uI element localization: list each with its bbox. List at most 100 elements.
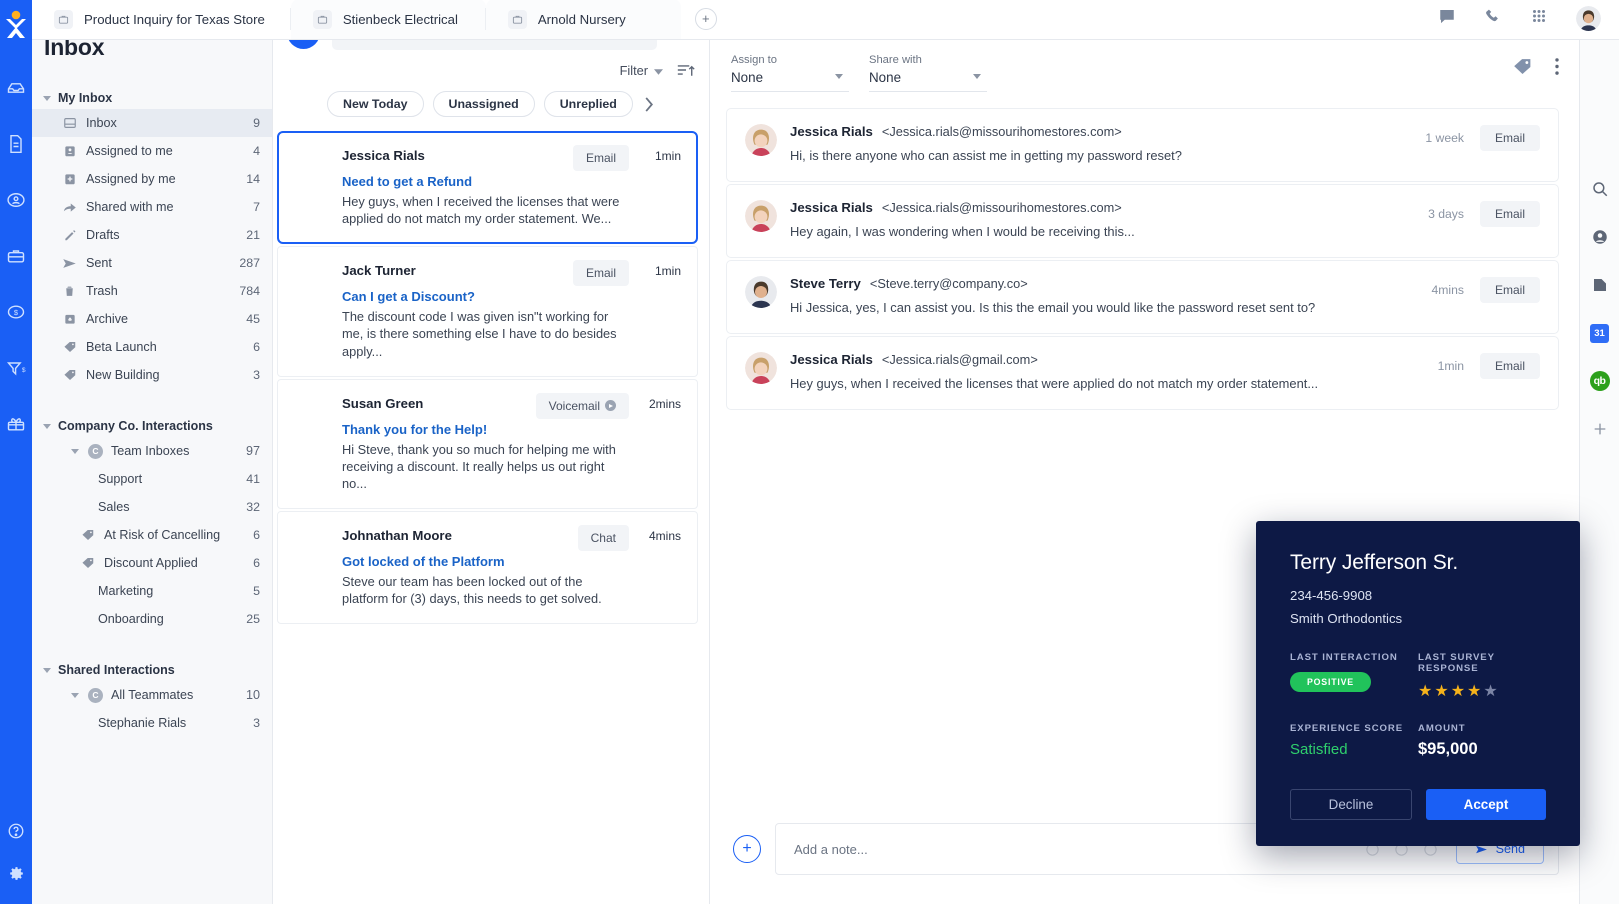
sidebar-item-assigned-by-me[interactable]: Assigned by me 14 bbox=[32, 165, 272, 193]
message-body: Steve Terry <Steve.terry@company.co> Hi … bbox=[790, 276, 1418, 315]
assign-to-select[interactable]: Assign to None bbox=[731, 54, 849, 92]
sidebar-item-label: Discount Applied bbox=[104, 556, 198, 570]
filter-dropdown[interactable]: Filter bbox=[620, 63, 663, 78]
sidebar-item-count: 7 bbox=[253, 200, 260, 214]
star-filled-icon: ★ bbox=[1418, 683, 1435, 700]
plus-icon[interactable] bbox=[1589, 418, 1611, 440]
message-item[interactable]: Jessica Rials <Jessica.rials@missourihom… bbox=[726, 108, 1559, 182]
apps-grid-icon[interactable] bbox=[1530, 7, 1548, 30]
conversation-subject[interactable]: Need to get a Refund bbox=[342, 174, 681, 189]
sidebar-item-count: 21 bbox=[246, 228, 260, 242]
more-options-icon[interactable] bbox=[1555, 58, 1559, 80]
sidebar-item-inbox[interactable]: Inbox 9 bbox=[32, 109, 272, 137]
message-meta: Steve Terry <Steve.terry@company.co> bbox=[790, 276, 1418, 291]
message-item[interactable]: Steve Terry <Steve.terry@company.co> Hi … bbox=[726, 260, 1559, 334]
tag-icon[interactable] bbox=[1512, 56, 1533, 82]
sidebar-group-header[interactable]: My Inbox bbox=[32, 87, 272, 109]
sidebar-item-new-building[interactable]: New Building 3 bbox=[32, 361, 272, 389]
sidebar-item-beta-launch[interactable]: Beta Launch 6 bbox=[32, 333, 272, 361]
gift-icon[interactable] bbox=[1, 409, 31, 439]
channel-badge[interactable]: Voicemail bbox=[535, 392, 629, 419]
sidebar-group-header[interactable]: Shared Interactions bbox=[32, 659, 272, 681]
dollar-circle-icon[interactable]: $ bbox=[1, 297, 31, 327]
help-icon[interactable] bbox=[1, 816, 31, 846]
contact-name: Terry Jefferson Sr. bbox=[1290, 551, 1459, 574]
sidebar-item-shared-with-me[interactable]: Shared with me 7 bbox=[32, 193, 272, 221]
sidebar-item-team-inboxes[interactable]: C Team Inboxes 97 bbox=[32, 437, 272, 465]
share-with-value: None bbox=[869, 70, 902, 85]
conversation-subject[interactable]: Got locked of the Platform bbox=[342, 554, 681, 569]
message-item[interactable]: Jessica Rials <Jessica.rials@missourihom… bbox=[726, 184, 1559, 258]
tab-stienbeck-electrical[interactable]: Stienbeck Electrical bbox=[290, 0, 486, 39]
sidebar-item-at-risk-of-cancelling[interactable]: At Risk of Cancelling 6 bbox=[32, 521, 272, 549]
sidebar-item-sent[interactable]: Sent 287 bbox=[32, 249, 272, 277]
document-icon[interactable] bbox=[1589, 274, 1611, 296]
funnel-dollar-icon[interactable]: $ bbox=[1, 353, 31, 383]
gear-icon[interactable] bbox=[1, 858, 31, 888]
sidebar-item-label: Inbox bbox=[86, 116, 117, 130]
last-survey-block: LAST SURVEY RESPONSE ★★★★★ bbox=[1418, 652, 1546, 701]
conversation-list-item[interactable]: Johnathan Moore Chat 4mins Got locked of… bbox=[277, 511, 698, 625]
sidebar-item-discount-applied[interactable]: Discount Applied 6 bbox=[32, 549, 272, 577]
conversation-subject[interactable]: Thank you for the Help! bbox=[342, 422, 681, 437]
user-avatar[interactable] bbox=[1576, 6, 1601, 31]
accept-button[interactable]: Accept bbox=[1426, 789, 1546, 820]
tab-arnold-nursery[interactable]: Arnold Nursery bbox=[485, 0, 681, 39]
sidebar-item-support[interactable]: Support 41 bbox=[32, 465, 272, 493]
sidebar-item-assigned-to-me[interactable]: Assigned to me 4 bbox=[32, 137, 272, 165]
app-root: $ $ Inbox My Inbox Inbox 9 Assigned to m… bbox=[0, 0, 1619, 904]
sidebar-item-trash[interactable]: Trash 784 bbox=[32, 277, 272, 305]
contact-icon[interactable] bbox=[1589, 226, 1611, 248]
pencil-icon bbox=[62, 228, 77, 243]
conversation-time: 1min bbox=[654, 264, 681, 279]
briefcase-icon[interactable] bbox=[1, 241, 31, 271]
conversation-snippet: Steve our team has been locked out of th… bbox=[342, 574, 602, 607]
amount-label: AMOUNT bbox=[1418, 723, 1466, 734]
sidebar-item-count: 5 bbox=[253, 584, 260, 598]
add-tab-button[interactable]: + bbox=[694, 8, 717, 30]
message-sender: Jessica Rials bbox=[790, 352, 873, 367]
sidebar-item-sales[interactable]: Sales 32 bbox=[32, 493, 272, 521]
conversation-snippet: The discount code I was given isn"t work… bbox=[342, 309, 617, 359]
tab-product-inquiry[interactable]: Product Inquiry for Texas Store bbox=[32, 0, 291, 39]
message-item[interactable]: Jessica Rials <Jessica.rials@gmail.com> … bbox=[726, 336, 1559, 410]
document-icon[interactable] bbox=[1, 129, 31, 159]
conversation-list-item[interactable]: Susan Green Voicemail 2mins Thank you fo… bbox=[277, 378, 698, 510]
sidebar-item-count: 3 bbox=[253, 716, 260, 730]
compose-add-button[interactable]: + bbox=[733, 835, 761, 863]
message-actions: 1min Email bbox=[1438, 352, 1540, 391]
search-icon[interactable] bbox=[1589, 178, 1611, 200]
chip-unassigned[interactable]: Unassigned bbox=[432, 91, 535, 117]
conversation-list-item[interactable]: Jessica Rials Email 1min Need to get a R… bbox=[277, 131, 698, 245]
rail-bottom-group bbox=[0, 810, 32, 894]
tag-icon bbox=[62, 368, 77, 383]
conversation-list-item[interactable]: Jack Turner Email 1min Can I get a Disco… bbox=[277, 246, 698, 377]
conversation-subject[interactable]: Can I get a Discount? bbox=[342, 289, 681, 304]
inbox-icon[interactable] bbox=[1, 73, 31, 103]
calendar-icon[interactable]: 31 bbox=[1589, 322, 1611, 344]
sidebar-item-all-teammates[interactable]: C All Teammates 10 bbox=[32, 681, 272, 709]
sidebar-group-header[interactable]: Company Co. Interactions bbox=[32, 415, 272, 437]
chevron-down-icon bbox=[835, 74, 843, 79]
phone-icon[interactable] bbox=[1484, 7, 1502, 30]
chip-unreplied[interactable]: Unreplied bbox=[543, 91, 633, 117]
chat-icon[interactable] bbox=[1438, 7, 1456, 30]
contact-icon[interactable] bbox=[1, 185, 31, 215]
message-time: 3 days bbox=[1428, 207, 1464, 221]
play-icon[interactable] bbox=[605, 400, 616, 412]
sidebar-item-label: At Risk of Cancelling bbox=[104, 528, 221, 542]
sidebar-item-archive[interactable]: Archive 45 bbox=[32, 305, 272, 333]
quickbooks-icon[interactable]: qb bbox=[1589, 370, 1611, 392]
logo-icon[interactable] bbox=[1, 8, 31, 42]
sidebar-item-stephanie-rials[interactable]: Stephanie Rials 3 bbox=[32, 709, 272, 737]
decline-button[interactable]: Decline bbox=[1290, 789, 1412, 820]
sidebar-item-label: Trash bbox=[86, 284, 118, 298]
chips-next-button[interactable] bbox=[644, 96, 654, 112]
sort-button[interactable] bbox=[677, 62, 695, 78]
chip-new-today[interactable]: New Today bbox=[327, 91, 424, 117]
sidebar-item-drafts[interactable]: Drafts 21 bbox=[32, 221, 272, 249]
sidebar-item-onboarding[interactable]: Onboarding 25 bbox=[32, 605, 272, 633]
svg-text:$: $ bbox=[14, 308, 19, 317]
share-with-select[interactable]: Share with None bbox=[869, 54, 987, 92]
sidebar-item-marketing[interactable]: Marketing 5 bbox=[32, 577, 272, 605]
